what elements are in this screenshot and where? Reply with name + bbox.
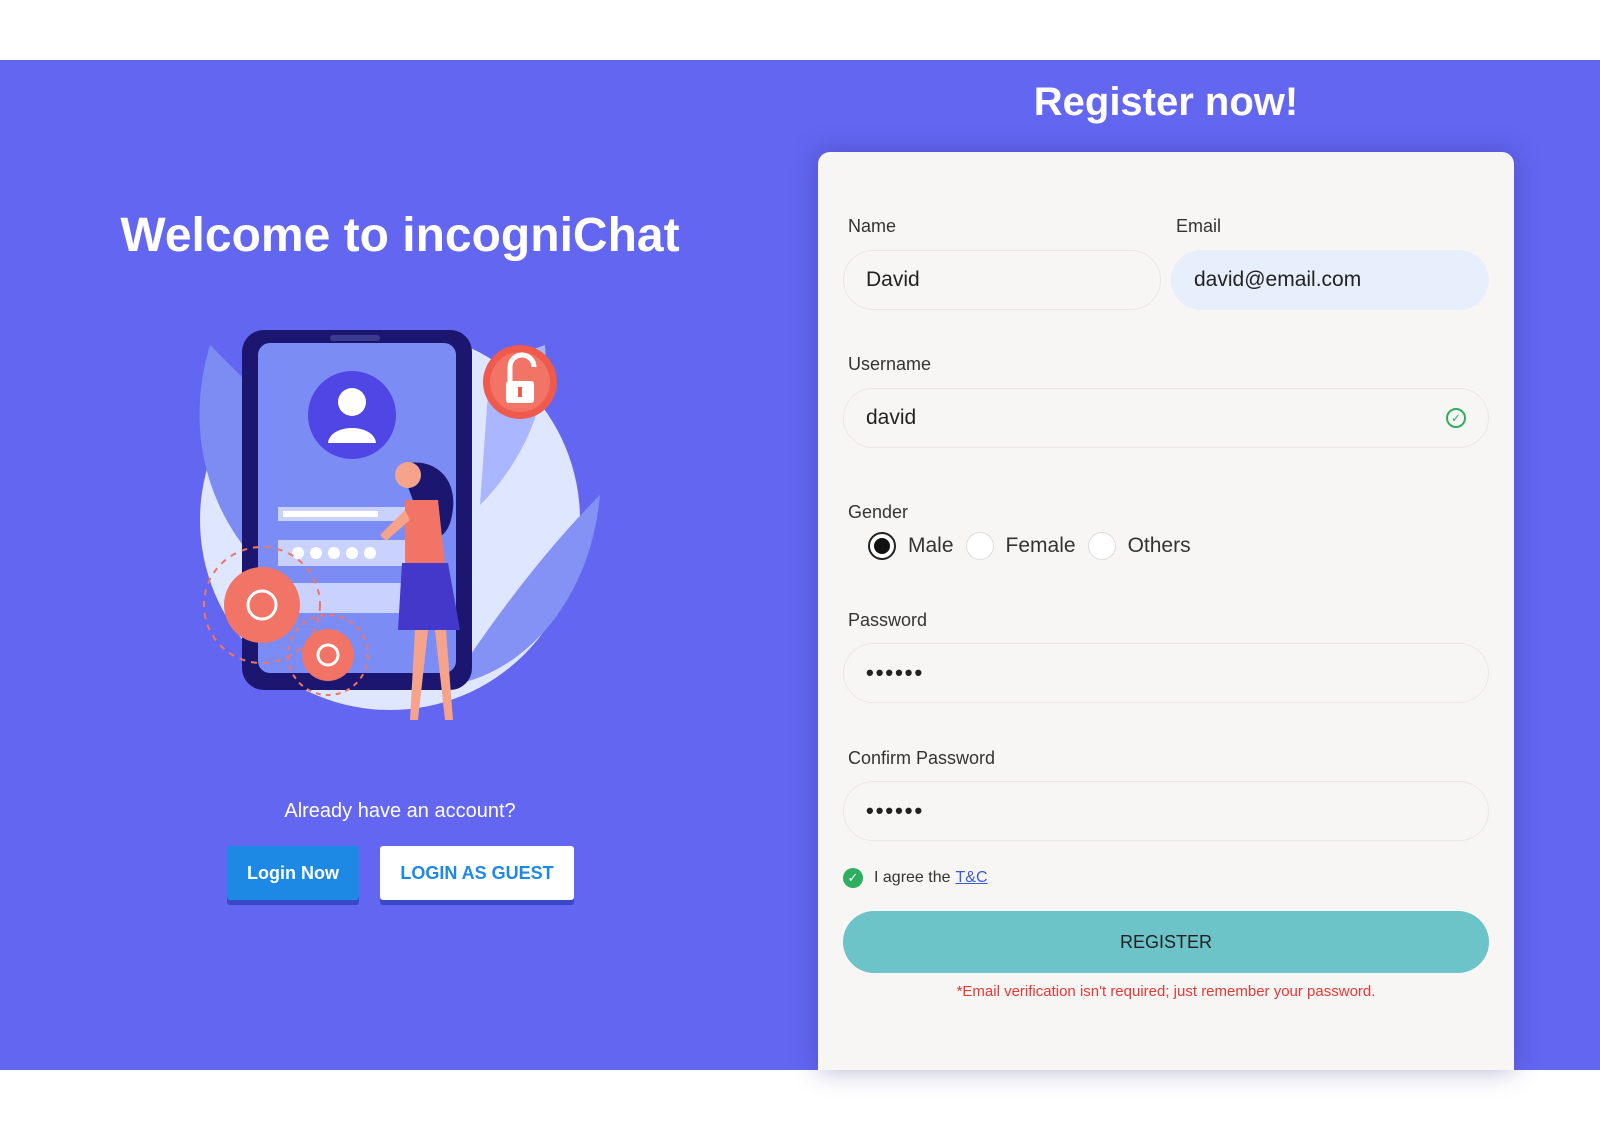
gender-option-label: Others bbox=[1127, 534, 1191, 557]
email-input-value: david@email.com bbox=[1194, 268, 1362, 291]
terms-agreement: ✓ I agree the T&C bbox=[843, 868, 988, 888]
confirm-password-input-value: •••••• bbox=[866, 798, 925, 823]
welcome-title: Welcome to incogniChat bbox=[120, 209, 680, 262]
login-now-button[interactable]: Login Now bbox=[227, 846, 359, 900]
username-valid-check-icon: ✓ bbox=[1446, 408, 1466, 428]
terms-text: I agree the bbox=[874, 869, 951, 886]
email-input[interactable]: david@email.com bbox=[1171, 250, 1489, 310]
gender-option-male[interactable]: Male bbox=[868, 532, 954, 560]
password-input[interactable]: •••••• bbox=[843, 643, 1489, 703]
gender-option-label: Male bbox=[908, 534, 954, 557]
gender-option-female[interactable]: Female bbox=[965, 532, 1076, 560]
register-button[interactable]: REGISTER bbox=[843, 911, 1489, 973]
confirm-password-input[interactable]: •••••• bbox=[843, 781, 1489, 841]
username-input[interactable]: david ✓ bbox=[843, 388, 1489, 448]
login-illustration bbox=[199, 330, 600, 720]
gender-radio-group: Male Female Others bbox=[868, 532, 1203, 560]
email-verification-note: *Email verification isn't required; just… bbox=[956, 983, 1376, 1000]
already-account-text: Already have an account? bbox=[284, 800, 516, 822]
radio-female[interactable] bbox=[965, 532, 994, 560]
radio-male[interactable] bbox=[868, 532, 896, 560]
register-title: Register now! bbox=[1033, 80, 1299, 124]
name-input-value: David bbox=[866, 268, 920, 291]
terms-checkbox-check-icon[interactable]: ✓ bbox=[843, 868, 863, 888]
password-label: Password bbox=[848, 610, 928, 630]
name-input[interactable]: David bbox=[843, 250, 1161, 310]
gender-label: Gender bbox=[848, 502, 909, 522]
login-as-guest-button[interactable]: LOGIN AS GUEST bbox=[380, 846, 574, 900]
gender-option-label: Female bbox=[1005, 534, 1076, 557]
terms-link[interactable]: T&C bbox=[956, 869, 988, 887]
password-input-value: •••••• bbox=[866, 660, 925, 685]
email-label: Email bbox=[1176, 216, 1222, 236]
radio-others[interactable] bbox=[1087, 532, 1116, 560]
name-label: Name bbox=[848, 216, 897, 236]
username-input-value: david bbox=[866, 406, 917, 429]
confirm-password-label: Confirm Password bbox=[848, 748, 996, 768]
username-label: Username bbox=[848, 354, 932, 374]
gender-option-others[interactable]: Others bbox=[1087, 532, 1191, 560]
